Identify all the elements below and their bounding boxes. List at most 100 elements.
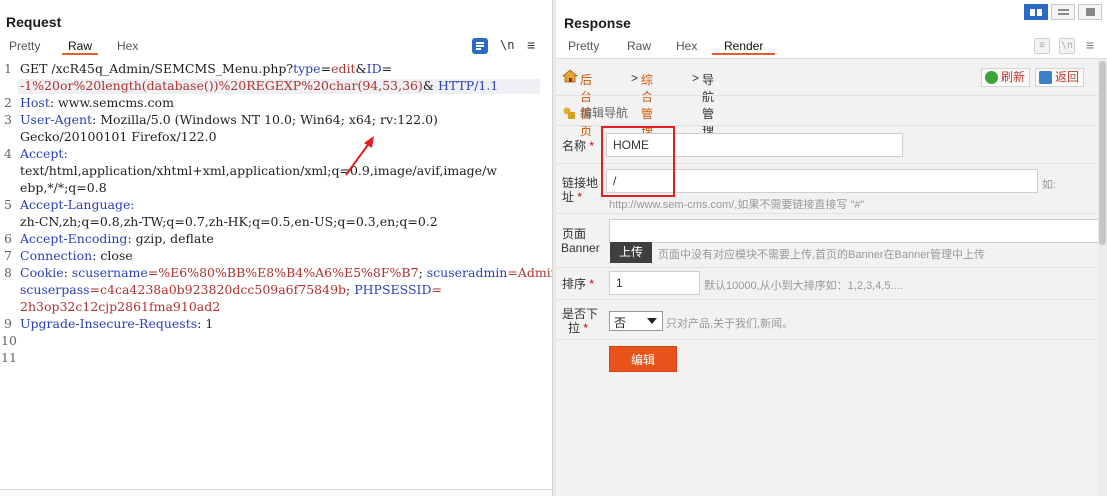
- header-key: Cookie: [20, 265, 64, 280]
- layout-horizontal-bar: [1058, 13, 1069, 15]
- line-code: Upgrade-Insecure-Requests: 1: [20, 315, 213, 332]
- layout-split-icon[interactable]: [1024, 4, 1048, 20]
- banner-hint: 页面中没有对应模块不需要上传,首页的Banner在Banner管理中上传: [658, 249, 985, 261]
- menu-icon[interactable]: ≡: [527, 38, 535, 52]
- banner-input[interactable]: [609, 219, 1104, 243]
- response-tab-raw[interactable]: Raw: [627, 39, 651, 53]
- link-hint-prefix: 如:: [1042, 179, 1057, 191]
- link-hint: http://www.sem-cms.com/,如果不需要链接直接写 "#": [609, 199, 865, 211]
- request-line-10: 10: [0, 332, 551, 349]
- link-label: 链接地 址 *: [562, 176, 602, 204]
- newline-icon[interactable]: \n: [1059, 38, 1075, 54]
- request-line-9: 9 Upgrade-Insecure-Requests: 1: [0, 315, 551, 332]
- menu-icon[interactable]: ≡: [1086, 38, 1094, 52]
- response-tabbar: Pretty Raw Hex Render: [556, 36, 1107, 58]
- line-code: Accept:: [20, 145, 68, 162]
- header-value: zh-CN,zh;q=0.8,zh-TW;q=0.7,zh-HK;q=0.5,e…: [20, 214, 438, 229]
- layout-vertical-bar: [1086, 8, 1095, 16]
- dropdown-label-text-2: 拉: [568, 321, 581, 335]
- param-eq: =: [320, 61, 332, 76]
- format-icon[interactable]: [472, 38, 488, 54]
- request-line-8: 8 Cookie: scusername=%E6%80%BB%E8%B4%A6%…: [0, 264, 563, 281]
- header-value: : 1: [197, 316, 214, 331]
- edit-nav-icon: [563, 107, 575, 119]
- cookie-eq: =: [431, 282, 442, 297]
- line-number: 4: [4, 146, 12, 161]
- request-line-5: 5 Accept-Language:: [0, 196, 551, 213]
- header-key: Upgrade-Insecure-Requests: [20, 316, 198, 331]
- divider: [556, 339, 1107, 340]
- line-code: Accept-Encoding: gzip, deflate: [20, 230, 214, 247]
- dropdown-select[interactable]: 否: [609, 311, 663, 331]
- refresh-button[interactable]: 刷新: [981, 68, 1031, 87]
- sqli-payload: -1%20or%20length(database())%20REGEXP%20…: [20, 78, 423, 93]
- header-sep: :: [130, 197, 135, 212]
- refresh-icon: [985, 71, 998, 84]
- header-key: Accept: [20, 146, 64, 161]
- layout-split-bar: [1037, 9, 1042, 16]
- request-tab-raw[interactable]: Raw: [62, 39, 99, 55]
- submit-button[interactable]: 编辑: [609, 346, 677, 372]
- header-value: : www.semcms.com: [49, 95, 174, 110]
- order-label: 排序 *: [562, 277, 602, 291]
- line-code: scuserpass=c4ca4238a0b923820dcc509a6f758…: [20, 281, 442, 298]
- line-code: Accept-Language:: [20, 196, 135, 213]
- response-tab-hex[interactable]: Hex: [676, 39, 697, 53]
- refresh-label: 刷新: [1001, 70, 1026, 84]
- layout-horizontal-bar: [1058, 9, 1069, 11]
- format-icon-line: [476, 48, 481, 50]
- response-tab-render[interactable]: Render: [712, 39, 776, 55]
- line-number: 6: [4, 231, 12, 246]
- request-line-5-cont: zh-CN,zh;q=0.8,zh-TW;q=0.7,zh-HK;q=0.5,e…: [0, 213, 551, 230]
- annotation-arrow-shaft: [345, 141, 371, 176]
- upload-button[interactable]: 上传: [610, 242, 652, 263]
- layout-vertical-icon[interactable]: [1078, 4, 1102, 20]
- dropdown-label-text-1: 是否下: [562, 307, 599, 321]
- scrollbar-thumb[interactable]: [1099, 61, 1106, 245]
- request-tab-hex[interactable]: Hex: [117, 39, 138, 53]
- line-number: 7: [4, 248, 12, 263]
- format-icon-line: [476, 42, 484, 44]
- header-sep: :: [63, 146, 68, 161]
- line-code: Connection: close: [20, 247, 133, 264]
- render-view: 后台首页 > 综合管理 > 导航管理 刷新 返回 编辑导航 名称 * HOME …: [556, 58, 1107, 496]
- request-editor[interactable]: 1 GET /xcR45q_Admin/SEMCMS_Menu.php?type…: [0, 58, 563, 496]
- required-mark: *: [583, 321, 589, 335]
- banner-label-text-2: Banner: [561, 241, 600, 255]
- back-label: 返回: [1055, 70, 1080, 84]
- request-line-2: 2 Host: www.semcms.com: [0, 94, 551, 111]
- request-line-4-cont2: ebp,*/*;q=0.8: [0, 179, 551, 196]
- breadcrumb-sep: >: [631, 71, 639, 85]
- header-value: : gzip, deflate: [127, 231, 214, 246]
- breadcrumb-sep: >: [692, 71, 700, 85]
- request-line-4-cont: text/html,application/xhtml+xml,applicat…: [0, 162, 551, 179]
- annotation-highlight-box: [601, 126, 675, 197]
- response-tab-pretty[interactable]: Pretty: [568, 39, 599, 53]
- newline-icon[interactable]: \n: [500, 38, 514, 52]
- header-value: text/html,application/xhtml+xml,applicat…: [20, 163, 497, 178]
- header-sep: :: [63, 265, 72, 280]
- order-hint: 默认10000,从小到大排序如：1,2,3,4,5....: [704, 280, 903, 292]
- active-tab-indicator: [712, 53, 776, 55]
- line-number: 11: [1, 350, 17, 365]
- layout-horizontal-icon[interactable]: [1051, 4, 1075, 20]
- http-version: HTTP/1.1: [434, 78, 499, 93]
- vertical-scrollbar[interactable]: [1098, 59, 1107, 496]
- back-button[interactable]: 返回: [1035, 68, 1085, 87]
- response-title: Response: [564, 15, 631, 31]
- banner-label: 页面 Banner: [561, 227, 602, 255]
- order-input[interactable]: [609, 271, 700, 295]
- cookie-value: 2h3op32c12cjp2861fma910ad2: [20, 299, 221, 314]
- format-icon[interactable]: ≡: [1034, 38, 1050, 54]
- annotation-arrow-icon: [345, 136, 374, 176]
- divider: [556, 213, 1107, 214]
- dropdown-selected-value: 否: [614, 316, 627, 330]
- line-number: 3: [4, 112, 12, 127]
- request-tab-pretty[interactable]: Pretty: [9, 39, 40, 53]
- request-line-8-cont: scuserpass=c4ca4238a0b923820dcc509a6f758…: [0, 281, 551, 298]
- request-line-8-cont2: 2h3op32c12cjp2861fma910ad2: [0, 298, 551, 315]
- breadcrumb-current: 导航管理: [702, 73, 715, 138]
- param-key: type: [293, 61, 321, 76]
- dropdown-hint: 只对产品,关于我们,新闻。: [666, 318, 794, 330]
- line-code: Cookie: scusername=%E6%80%BB%E8%B4%A6%E5…: [20, 264, 563, 281]
